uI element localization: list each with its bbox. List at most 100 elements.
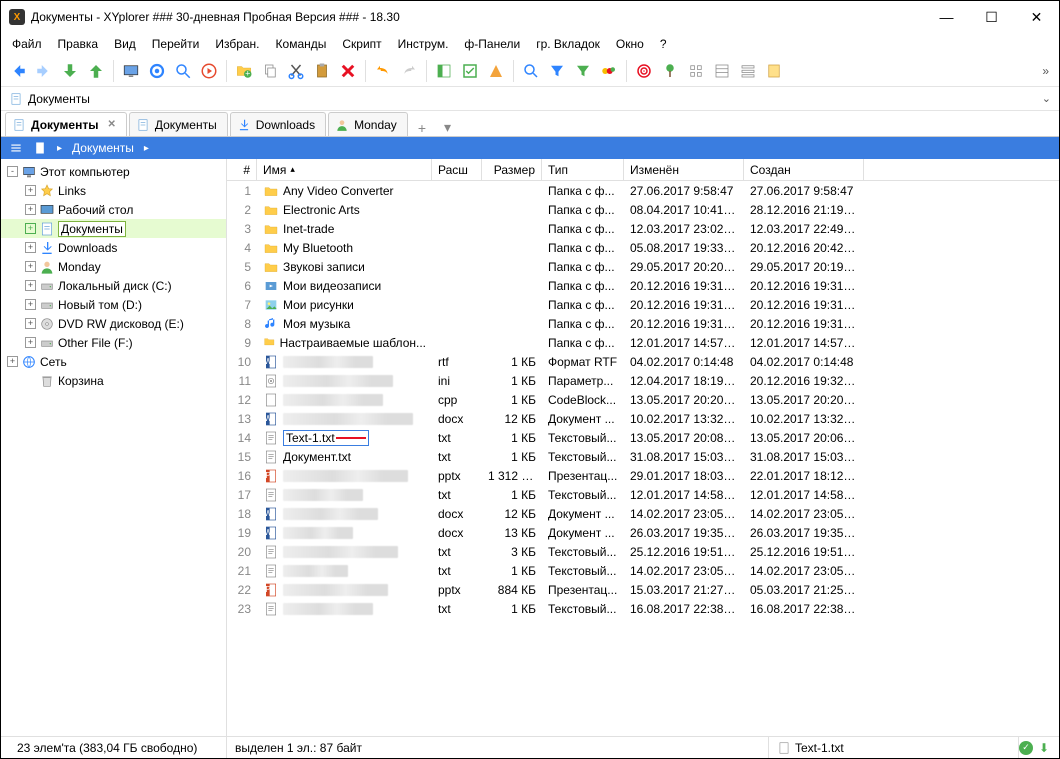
document-icon[interactable] <box>33 141 47 155</box>
file-row[interactable]: 10 W rtf 1 КБ Формат RTF 04.02.2017 0:14… <box>227 352 1059 371</box>
file-row[interactable]: 5 Звукові записи Папка с ф... 29.05.2017… <box>227 257 1059 276</box>
tree-item[interactable]: +Документы <box>1 219 226 238</box>
file-row[interactable]: 23 txt 1 КБ Текстовый... 16.08.2017 22:3… <box>227 599 1059 618</box>
panel-green-icon[interactable] <box>433 60 455 82</box>
tree-item[interactable]: +DVD RW дисковод (E:) <box>1 314 226 333</box>
file-row[interactable]: 19 W docx 13 КБ Документ ... 26.03.2017 … <box>227 523 1059 542</box>
header-num[interactable]: # <box>227 159 257 180</box>
computer-icon[interactable] <box>120 60 142 82</box>
view-4-icon[interactable] <box>763 60 785 82</box>
tree-icon[interactable] <box>659 60 681 82</box>
tag-icon[interactable] <box>598 60 620 82</box>
copy-icon[interactable] <box>259 60 281 82</box>
tree-item[interactable]: +Monday <box>1 257 226 276</box>
filter-green-icon[interactable] <box>572 60 594 82</box>
back-button[interactable] <box>7 60 29 82</box>
tree-item[interactable]: +Downloads <box>1 238 226 257</box>
menu-cmd[interactable]: Команды <box>269 35 334 53</box>
file-row[interactable]: 7 Мои рисунки Папка с ф... 20.12.2016 19… <box>227 295 1059 314</box>
expand-icon[interactable]: + <box>25 337 36 348</box>
down-button[interactable] <box>59 60 81 82</box>
tree-item[interactable]: +Other File (F:) <box>1 333 226 352</box>
file-row[interactable]: 6 Мои видеозаписи Папка с ф... 20.12.201… <box>227 276 1059 295</box>
tab-dropdown-icon[interactable]: ▾ <box>436 119 459 136</box>
new-folder-icon[interactable]: + <box>233 60 255 82</box>
expand-icon[interactable]: + <box>25 261 36 272</box>
file-row[interactable]: 21 txt 1 КБ Текстовый... 14.02.2017 23:0… <box>227 561 1059 580</box>
expand-icon[interactable]: + <box>25 318 36 329</box>
play-icon[interactable] <box>198 60 220 82</box>
menu-view[interactable]: Вид <box>107 35 143 53</box>
menu-edit[interactable]: Правка <box>51 35 106 53</box>
tab[interactable]: Monday <box>328 112 408 136</box>
view-1-icon[interactable] <box>685 60 707 82</box>
tree-item[interactable]: +Сеть <box>1 352 226 371</box>
file-row[interactable]: 22 P pptx 884 КБ Презентац... 15.03.2017… <box>227 580 1059 599</box>
close-button[interactable]: ✕ <box>1014 3 1059 31</box>
file-row[interactable]: 8 Моя музыка Папка с ф... 20.12.2016 19:… <box>227 314 1059 333</box>
menu-file[interactable]: Файл <box>5 35 49 53</box>
target-blue-icon[interactable] <box>146 60 168 82</box>
column-headers[interactable]: # Имя ▴ Расш Размер Тип Изменён Создан <box>227 159 1059 181</box>
pizza-icon[interactable] <box>485 60 507 82</box>
addressbar[interactable]: Документы ⌄ <box>1 87 1059 111</box>
expand-icon[interactable]: + <box>7 356 18 367</box>
address-dropdown-icon[interactable]: ⌄ <box>1042 92 1051 105</box>
toolbar-overflow-icon[interactable]: » <box>1042 64 1053 78</box>
file-row[interactable]: 18 W docx 12 КБ Документ ... 14.02.2017 … <box>227 504 1059 523</box>
tree-item[interactable]: +Локальный диск (C:) <box>1 276 226 295</box>
checkbox-icon[interactable] <box>459 60 481 82</box>
tree-item[interactable]: +Рабочий стол <box>1 200 226 219</box>
expand-icon[interactable]: + <box>25 280 36 291</box>
menu-help[interactable]: ? <box>653 35 674 53</box>
file-row[interactable]: 17 txt 1 КБ Текстовый... 12.01.2017 14:5… <box>227 485 1059 504</box>
menu-panels[interactable]: ф-Панели <box>457 35 527 53</box>
menu-go[interactable]: Перейти <box>145 35 207 53</box>
expand-icon[interactable] <box>25 375 36 386</box>
menu-window[interactable]: Окно <box>609 35 651 53</box>
file-row[interactable]: 15 Документ.txt txt 1 КБ Текстовый... 31… <box>227 447 1059 466</box>
tab[interactable]: Документы✕ <box>5 112 127 136</box>
tree-item[interactable]: Корзина <box>1 371 226 390</box>
menu-fav[interactable]: Избран. <box>208 35 266 53</box>
header-created[interactable]: Создан <box>744 159 864 180</box>
folder-tree[interactable]: -Этот компьютер+Links+Рабочий стол+Докум… <box>1 159 227 736</box>
file-row[interactable]: 14 Text-1.txt txt 1 КБ Текстовый... 13.0… <box>227 428 1059 447</box>
expand-icon[interactable]: + <box>25 299 36 310</box>
expand-icon[interactable]: + <box>25 204 36 215</box>
header-name[interactable]: Имя ▴ <box>257 159 432 180</box>
delete-icon[interactable] <box>337 60 359 82</box>
expand-icon[interactable]: + <box>25 185 36 196</box>
tree-item[interactable]: +Новый том (D:) <box>1 295 226 314</box>
tree-item[interactable]: +Links <box>1 181 226 200</box>
expand-icon[interactable]: + <box>25 223 36 234</box>
file-row[interactable]: 4 My Bluetooth Папка с ф... 05.08.2017 1… <box>227 238 1059 257</box>
status-ok-icon[interactable]: ✓ <box>1019 741 1033 755</box>
status-download-icon[interactable]: ⬇ <box>1037 741 1051 755</box>
breadcrumb-item[interactable]: Документы <box>72 141 134 155</box>
expand-icon[interactable]: - <box>7 166 18 177</box>
file-row[interactable]: 11 ini 1 КБ Параметр... 12.04.2017 18:19… <box>227 371 1059 390</box>
file-row[interactable]: 13 W docx 12 КБ Документ ... 10.02.2017 … <box>227 409 1059 428</box>
menu-script[interactable]: Скрипт <box>335 35 388 53</box>
search-icon[interactable] <box>520 60 542 82</box>
header-type[interactable]: Тип <box>542 159 624 180</box>
menu-tabs[interactable]: гр. Вкладок <box>529 35 607 53</box>
header-size[interactable]: Размер <box>482 159 542 180</box>
filter-icon[interactable] <box>546 60 568 82</box>
find-icon[interactable] <box>172 60 194 82</box>
maximize-button[interactable]: ☐ <box>969 3 1014 31</box>
file-row[interactable]: 2 Electronic Arts Папка с ф... 08.04.201… <box>227 200 1059 219</box>
header-ext[interactable]: Расш <box>432 159 482 180</box>
tab[interactable]: Downloads <box>230 112 326 136</box>
view-2-icon[interactable] <box>711 60 733 82</box>
undo-icon[interactable] <box>372 60 394 82</box>
file-row[interactable]: 12 cpp 1 КБ CodeBlock... 13.05.2017 20:2… <box>227 390 1059 409</box>
minimize-button[interactable]: — <box>924 3 969 31</box>
forward-button[interactable] <box>33 60 55 82</box>
tree-item[interactable]: -Этот компьютер <box>1 162 226 181</box>
expand-icon[interactable]: + <box>25 242 36 253</box>
paste-icon[interactable] <box>311 60 333 82</box>
file-row[interactable]: 1 Any Video Converter Папка с ф... 27.06… <box>227 181 1059 200</box>
view-3-icon[interactable] <box>737 60 759 82</box>
